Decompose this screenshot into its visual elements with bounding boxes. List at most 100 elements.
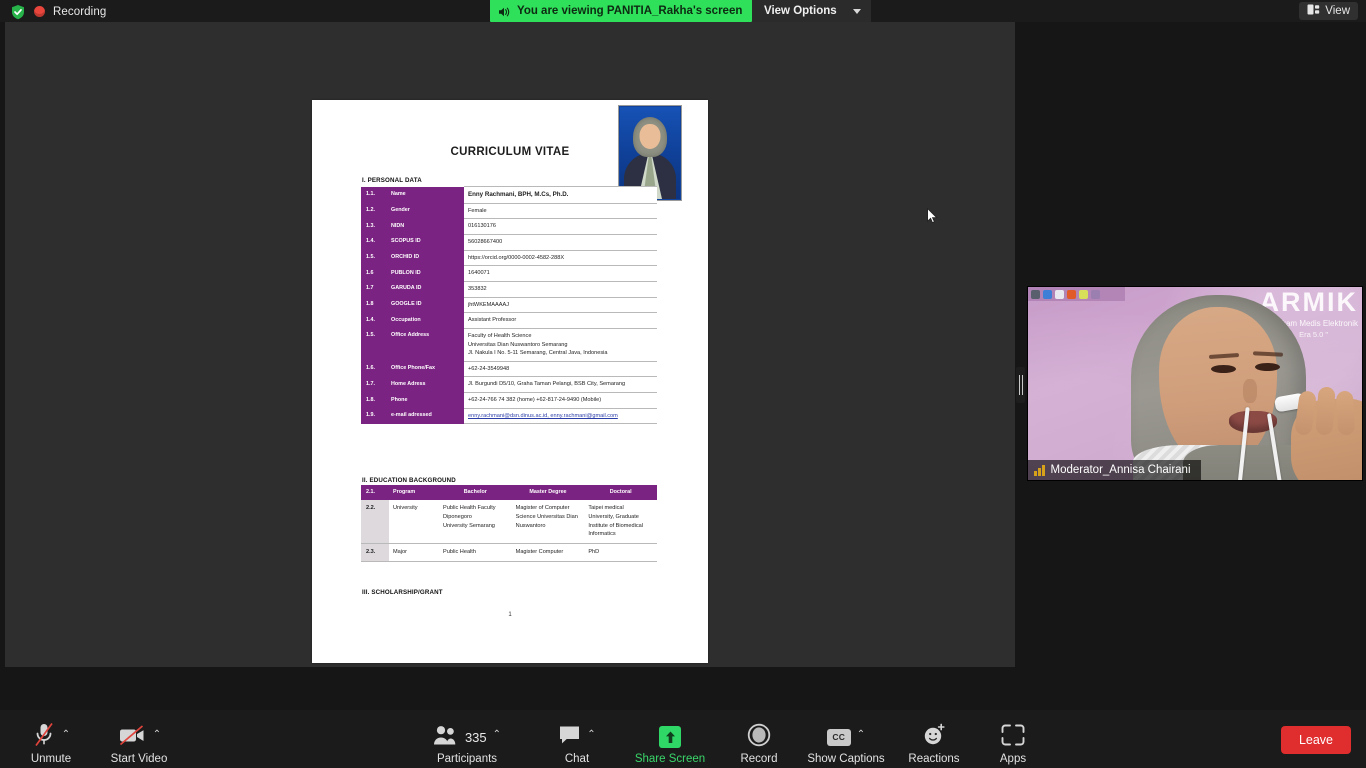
row-label: Gender — [387, 203, 464, 219]
education-cell-line: Science Universitas Dian — [515, 513, 578, 520]
microphone-muted-icon — [32, 722, 56, 753]
toolbar-participants-button[interactable]: 335 ⌃ Participants — [424, 722, 510, 765]
row-label: ORCHID ID — [387, 250, 464, 266]
row-value-line: Enny Rachmani, BPH, M.Cs, Ph.D. — [468, 191, 569, 198]
toolbar-show-captions-label: Show Captions — [807, 753, 885, 765]
row-value-line: Jl. Burgundi D5/10, Graha Taman Pelangi,… — [468, 381, 626, 388]
personal-table-row: 1.7. Home Adress Jl. Burgundi D5/10, Graha… — [361, 376, 657, 394]
row-number: 1.2. — [361, 203, 387, 219]
row-label: Occupation — [387, 312, 464, 329]
row-value-line[interactable]: enny.rachmani@dsn.dinus.ac.id, enny.rach… — [468, 412, 653, 421]
row-value-line: 016130176 — [468, 223, 496, 230]
education-background-table: 2.1. Program Bachelor Master Degree Doctoral… — [361, 485, 657, 563]
chat-bubble-icon — [558, 724, 581, 750]
row-value: Jl. Burgundi D5/10, Graha Taman Pelangi,… — [464, 376, 657, 394]
audio-bars-icon — [1034, 464, 1045, 476]
layout-view-icon — [1307, 2, 1320, 20]
view-button-label: View — [1325, 5, 1350, 17]
toolbar-reactions-button[interactable]: Reactions — [891, 722, 977, 765]
edu-header-cell: Master Degree — [511, 485, 585, 500]
row-label: GOOGLE ID — [387, 297, 464, 313]
row-number: 1.7. — [361, 376, 387, 393]
personal-table-row: 1.4. Occupation Assistant Professor — [361, 312, 657, 329]
toolbar-record-button[interactable]: Record — [716, 722, 802, 765]
education-cell-master: Magister Computer — [511, 543, 585, 563]
chevron-up-icon[interactable]: ⌃ — [493, 730, 501, 740]
chevron-up-icon[interactable]: ⌃ — [62, 730, 70, 740]
education-cell-line: University Semarang — [443, 522, 495, 529]
personal-table-row: 1.8. Phone +62-24-766 74 382 (home) +62-81… — [361, 392, 657, 409]
education-cell-bachelor: Public Health — [439, 543, 512, 563]
record-circle-icon — [747, 723, 771, 752]
row-value: +62-24-766 74 382 (home) +62-817-24-9490… — [464, 392, 657, 409]
row-value: 1640071 — [464, 265, 657, 282]
education-cell-line: Nuswantoro — [515, 522, 546, 529]
row-value: 353832 — [464, 281, 657, 298]
row-value: https://orcid.org/0000-0002-4582-288X — [464, 250, 657, 267]
personal-table-row: 1.9. e-mail adressed enny.rachmani@dsn.din… — [361, 408, 657, 425]
education-cell-line: Magister Computer — [515, 549, 564, 556]
chevron-up-icon[interactable]: ⌃ — [587, 730, 595, 740]
row-value: 016130176 — [464, 218, 657, 235]
personal-table-row: 1.6 PUBLON ID 1640071 — [361, 265, 657, 282]
row-value-line: Universitas Dian Nuswantoro Semarang — [468, 341, 568, 348]
education-cell-line: Informatics — [588, 531, 616, 538]
row-label: Office Address — [387, 328, 464, 362]
toolbar-unmute-label: Unmute — [30, 753, 72, 765]
closed-caption-icon: CC — [826, 728, 851, 746]
chevron-up-icon[interactable]: ⌃ — [857, 730, 865, 740]
education-cell-program: University — [389, 499, 439, 545]
participants-count: 335 — [464, 729, 487, 745]
toolbar-unmute-button[interactable]: ⌃ Unmute — [8, 722, 94, 765]
toolbar-participants-label: Participants — [436, 753, 498, 765]
toolbar-start-video-label: Start Video — [110, 753, 168, 765]
toolbar-chat-label: Chat — [564, 753, 590, 765]
row-value-line: +62-24-3549948 — [468, 365, 510, 372]
zoom-meeting-window: Recording You are viewing PANITIA_Rakha'… — [0, 0, 1366, 768]
section-heading-personal: I. PERSONAL DATA — [362, 177, 422, 184]
row-label: Name — [387, 186, 464, 204]
recording-label: Recording — [53, 5, 107, 18]
education-table-row: 2.2. University Public Health Faculty Dipon… — [361, 499, 657, 545]
education-cell-line: Major — [393, 549, 407, 556]
row-label: Phone — [387, 392, 464, 409]
toolbar-start-video-button[interactable]: ⌃ Start Video — [96, 722, 182, 765]
view-layout-button[interactable]: View — [1299, 2, 1358, 20]
edu-header-number: 2.1. — [361, 485, 389, 500]
video-taskbar-artifact — [1028, 287, 1125, 301]
toolbar-apps-label: Apps — [999, 753, 1027, 765]
education-cell-line: Diponegoro — [443, 513, 472, 520]
viewing-screen-banner: You are viewing PANITIA_Rakha's screen — [490, 0, 753, 22]
row-value-line: Female — [468, 207, 487, 214]
leave-button[interactable]: Leave — [1280, 726, 1351, 754]
view-options-button[interactable]: View Options — [752, 0, 871, 22]
toolbar-record-label: Record — [740, 753, 778, 765]
recording-indicator-group: Recording — [10, 3, 106, 20]
row-value[interactable]: enny.rachmani@dsn.dinus.ac.id, enny.rach… — [464, 408, 657, 425]
row-value-line: https://orcid.org/0000-0002-4582-288X — [468, 254, 565, 261]
education-cell-line: University — [393, 504, 418, 511]
panel-resize-handle[interactable] — [1016, 367, 1025, 403]
toolbar-share-screen-button[interactable]: Share Screen — [627, 722, 713, 765]
row-number: 1.9. — [361, 408, 387, 424]
toolbar-show-captions-button[interactable]: CC ⌃ Show Captions — [803, 722, 889, 765]
toolbar-apps-button[interactable]: Apps — [970, 722, 1056, 765]
education-cell-master: Magister of Computer Science Universitas … — [511, 499, 585, 545]
toolbar-share-screen-label: Share Screen — [634, 753, 706, 765]
toolbar-chat-button[interactable]: ⌃ Chat — [534, 722, 620, 765]
personal-table-row: 1.8 GOOGLE ID jhtWKEMAAAAJ — [361, 297, 657, 314]
shared-screen-area[interactable]: CURRICULUM VITAE I. PERSONAL DATA II. ED… — [5, 22, 1015, 667]
row-value-line: 56028667400 — [468, 238, 503, 245]
row-value: jhtWKEMAAAAJ — [464, 297, 657, 314]
participant-video-thumbnail[interactable]: ARMIK n Rekam Medis Elektronik Era 5.0 " — [1027, 286, 1363, 481]
viewing-banner-text: You are viewing PANITIA_Rakha's screen — [517, 5, 743, 17]
chevron-up-icon[interactable]: ⌃ — [153, 730, 161, 740]
row-number: 1.4. — [361, 234, 387, 251]
row-number: 1.1. — [361, 186, 387, 204]
section-heading-education: II. EDUCATION BACKGROUND — [362, 477, 456, 484]
row-label: PUBLON ID — [387, 265, 464, 282]
personal-table-row: 1.1. Name Enny Rachmani, BPH, M.Cs, Ph.D. — [361, 186, 657, 204]
row-number: 1.7 — [361, 281, 387, 298]
row-value: Faculty of Health Science Universitas Dia… — [464, 328, 657, 362]
shared-document-page: CURRICULUM VITAE I. PERSONAL DATA II. ED… — [312, 100, 708, 663]
